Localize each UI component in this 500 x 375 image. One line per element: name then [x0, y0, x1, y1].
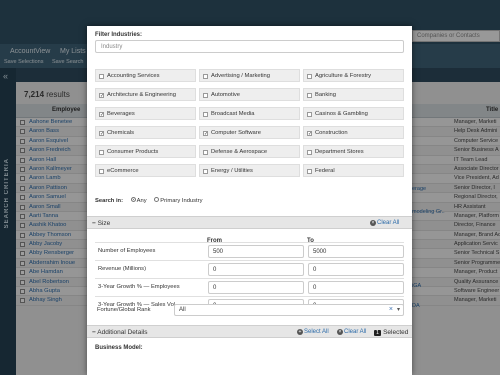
size-row-employees: Number of Employees 500 5000 — [95, 242, 404, 260]
industry-checkbox[interactable] — [307, 131, 312, 136]
industry-option[interactable]: Consumer Products — [95, 145, 196, 158]
industry-option[interactable]: Beverages — [95, 107, 196, 120]
industry-option[interactable]: Agriculture & Forestry — [303, 69, 404, 82]
size-row-revenue: Revenue (Millions) 0 0 — [95, 260, 404, 278]
growth-employees-to-input[interactable]: 0 — [308, 281, 404, 294]
industry-checkbox[interactable] — [307, 150, 312, 155]
growth-employees-from-input[interactable]: 0 — [208, 281, 304, 294]
industry-option[interactable]: Department Stores — [303, 145, 404, 158]
rank-select[interactable]: All × ▾ — [174, 304, 404, 316]
industry-label: Federal — [315, 168, 335, 174]
industry-label: Computer Software — [211, 130, 261, 136]
industry-option[interactable]: eCommerce — [95, 164, 196, 177]
industry-checkbox[interactable] — [307, 112, 312, 117]
industry-option[interactable]: Accounting Services — [95, 69, 196, 82]
industry-option[interactable]: Defense & Aerospace — [199, 145, 300, 158]
industry-option[interactable]: Automotive — [199, 88, 300, 101]
clear-icon: × — [370, 220, 376, 226]
industry-label: Chemicals — [107, 130, 135, 136]
selected-count: 1 Selected — [374, 328, 409, 336]
add-icon: + — [297, 329, 303, 335]
industry-label: Consumer Products — [107, 149, 159, 155]
industry-label: Broadcast Media — [211, 111, 255, 117]
industry-option[interactable]: Casinos & Gambling — [303, 107, 404, 120]
industry-checkbox[interactable] — [307, 169, 312, 174]
industry-label: Agriculture & Forestry — [315, 73, 372, 79]
industry-checkbox[interactable] — [99, 74, 104, 79]
select-all-button[interactable]: + Select All — [297, 329, 329, 335]
industry-label: Architecture & Engineering — [107, 92, 176, 98]
industry-checkbox[interactable] — [203, 150, 208, 155]
industry-checkbox[interactable] — [99, 169, 104, 174]
revenue-to-input[interactable]: 0 — [308, 263, 404, 276]
search-in-options: Search in: Any Primary Industry — [95, 197, 202, 205]
employees-from-input[interactable]: 500 — [208, 245, 304, 258]
industry-option[interactable]: Energy / Utilities — [199, 164, 300, 177]
size-section-header[interactable]: − Size × Clear All — [87, 216, 412, 229]
industry-label: Banking — [315, 92, 336, 98]
industry-label: Department Stores — [315, 149, 364, 155]
revenue-from-input[interactable]: 0 — [208, 263, 304, 276]
industry-checkbox[interactable] — [99, 131, 104, 136]
industry-option[interactable]: Computer Software — [199, 126, 300, 139]
industry-label: Casinos & Gambling — [315, 111, 368, 117]
search-criteria-modal: Filter Industries: Industry Accounting S… — [87, 26, 412, 375]
industry-label: Advertising / Marketing — [211, 73, 270, 79]
industry-label: Construction — [315, 130, 348, 136]
industry-option[interactable]: Banking — [303, 88, 404, 101]
size-row-label: Number of Employees — [98, 248, 156, 254]
size-row-label: Revenue (Millions) — [98, 266, 147, 272]
industry-option[interactable]: Architecture & Engineering — [95, 88, 196, 101]
industry-checkbox[interactable] — [99, 93, 104, 98]
search-in-label: Search in: — [95, 198, 124, 205]
industry-checkbox[interactable] — [203, 93, 208, 98]
industry-option[interactable]: Chemicals — [95, 126, 196, 139]
rank-label: Fortune/Global Rank — [97, 307, 151, 313]
clear-selection-icon[interactable]: × — [389, 306, 393, 313]
rank-value: All — [179, 307, 186, 313]
additional-clear-all-button[interactable]: × Clear All — [337, 329, 366, 335]
size-row-label: 3-Year Growth % — Employees — [98, 284, 180, 290]
industry-label: Automotive — [211, 92, 240, 98]
industry-label: eCommerce — [107, 168, 139, 174]
clear-icon: × — [337, 329, 343, 335]
radio-any[interactable] — [130, 197, 136, 202]
size-row-growth-employees: 3-Year Growth % — Employees 0 0 — [95, 278, 404, 296]
industry-checkbox[interactable] — [203, 74, 208, 79]
industry-checkbox[interactable] — [203, 169, 208, 174]
industry-filter-input[interactable]: Industry — [95, 40, 404, 53]
industry-option[interactable]: Advertising / Marketing — [199, 69, 300, 82]
employees-to-input[interactable]: 5000 — [308, 245, 404, 258]
industry-checkbox[interactable] — [307, 74, 312, 79]
chevron-down-icon[interactable]: ▾ — [397, 306, 400, 313]
radio-any-label[interactable]: Any — [137, 198, 147, 204]
industry-label: Accounting Services — [107, 73, 160, 79]
radio-primary-industry-label[interactable]: Primary Industry — [160, 198, 202, 204]
industry-checkbox[interactable] — [99, 150, 104, 155]
industry-option[interactable]: Federal — [303, 164, 404, 177]
filter-industries-label: Filter Industries: — [95, 32, 143, 38]
industry-checkbox[interactable] — [203, 131, 208, 136]
industry-label: Beverages — [107, 111, 135, 117]
size-section-title: − Size — [92, 220, 111, 227]
business-model-label: Business Model: — [95, 345, 143, 351]
industry-option[interactable]: Construction — [303, 126, 404, 139]
size-clear-all-button[interactable]: × Clear All — [370, 220, 399, 226]
additional-details-title: − Additional Details — [92, 329, 148, 336]
industry-label: Defense & Aerospace — [211, 149, 268, 155]
industry-option[interactable]: Broadcast Media — [199, 107, 300, 120]
industry-checkbox[interactable] — [307, 93, 312, 98]
industry-label: Energy / Utilities — [211, 168, 253, 174]
additional-details-header[interactable]: − Additional Details + Select All × Clear … — [87, 325, 412, 338]
industry-checkbox[interactable] — [99, 112, 104, 117]
industry-checkbox[interactable] — [203, 112, 208, 117]
radio-primary-industry[interactable] — [154, 197, 160, 202]
